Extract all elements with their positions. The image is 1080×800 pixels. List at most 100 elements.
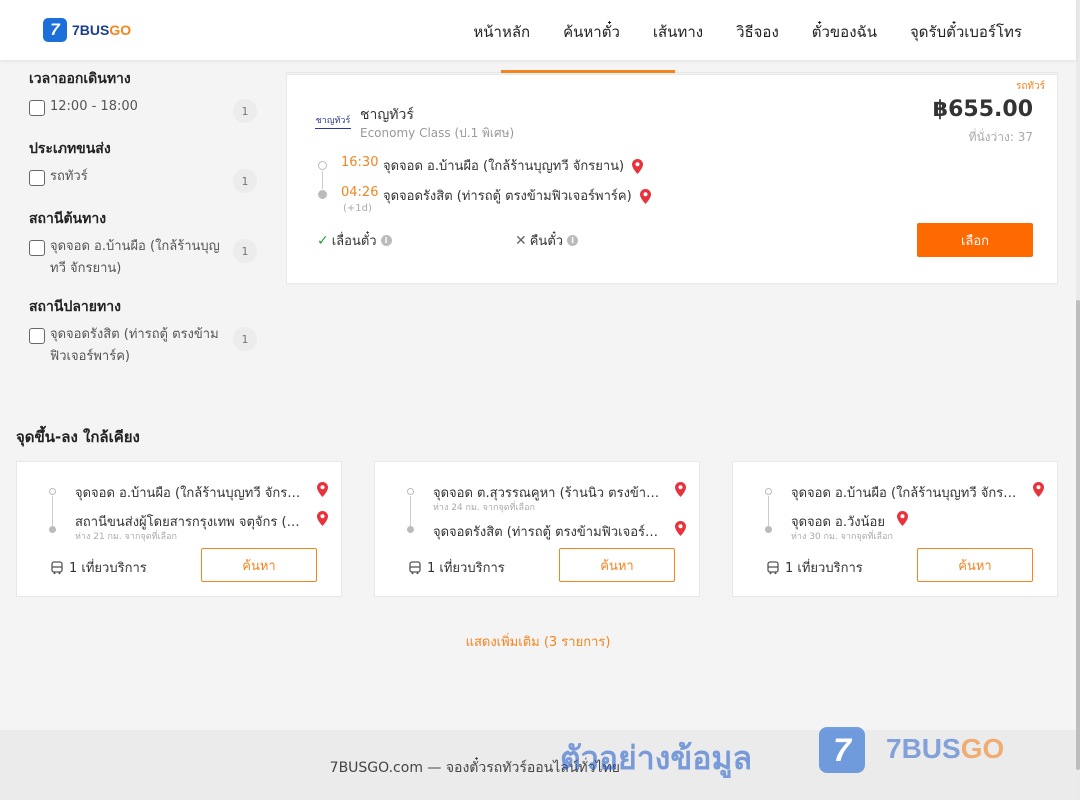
filter-title: สถานีปลายทาง [29,299,121,315]
info-icon[interactable]: i [567,235,579,246]
operator-logo: ชาญทัวร์ [315,113,351,129]
trip-count-label: 1 เที่ยวบริการ [69,561,147,576]
operator-name: ชาญทัวร์ [360,107,414,123]
filter-group-origin-station: สถานีต้นทาง จุดจอด อ.บ้านผือ (ใกล้ร้านบุ… [29,208,257,280]
map-pin-icon[interactable] [317,511,328,526]
filter-checkbox[interactable] [29,100,45,116]
search-button[interactable]: ค้นหา [201,548,317,582]
departure-time: 16:30 [341,155,379,170]
reschedule-label: เลื่อนตั๋ว [331,234,377,249]
seats-available: ที่นั่งว่าง: 37 [968,130,1033,144]
show-more-link[interactable]: แสดงเพิ่มเติม (3 รายการ) [0,631,1076,652]
distance-note: ห่าง 21 กม. จากจุดที่เลือก [75,532,177,542]
destination-dot [407,526,414,533]
route-line [52,496,53,526]
watermark-logo-mark: 7 [819,727,865,773]
filter-group-transport-type: ประเภทขนส่ง รถทัวร์ 1 [29,138,257,193]
map-pin-icon[interactable] [897,511,908,526]
select-trip-button[interactable]: เลือก [917,223,1033,257]
transport-type-tag: รถทัวร์ [1015,81,1045,92]
nav-item-home[interactable]: หน้าหลัก [473,20,530,44]
route-line [410,496,411,526]
nearby-route-card: จุดจอด อ.บ้านผือ (ใกล้ร้านบุญทวี จักรยาน… [732,461,1058,597]
filter-option-label: จุดจอดรังสิต (ท่ารถตู้ ตรงข้ามฟิวเจอร์พา… [50,327,219,364]
filter-title: ประเภทขนส่ง [29,141,111,157]
check-icon: ✓ [317,232,329,249]
distance-note: ห่าง 30 กม. จากจุดที่เลือก [791,532,893,542]
search-button[interactable]: ค้นหา [917,548,1033,582]
seat-class: Economy Class (ป.1 พิเศษ) [360,126,515,140]
origin-dot [407,488,414,495]
search-button[interactable]: ค้นหา [559,548,675,582]
filter-title: เวลาออกเดินทาง [29,71,131,87]
nav-item-routes[interactable]: เส้นทาง [653,20,703,44]
departure-stop: จุดจอด อ.บ้านผือ (ใกล้ร้านบุญทวี จักรยาน… [383,155,644,176]
nearby-destination: จุดจอดรังสิต (ท่ารถตู้ ตรงข้ามฟิวเจอร์พา… [433,525,661,540]
map-pin-icon[interactable] [317,482,328,497]
trip-count-label: 1 เที่ยวบริการ [785,561,863,576]
filter-checkbox[interactable] [29,170,45,186]
cross-icon: ✕ [515,232,527,249]
filter-checkbox[interactable] [29,240,45,256]
footer-text: 7BUSGO.com — จองตั๋วรถทัวร์ออนไลน์ทั่วไท… [329,760,620,776]
ticket-price: ฿655.00 [932,97,1033,122]
refund-label: คืนตั๋ว [529,234,564,249]
bus-icon [51,560,63,574]
logo-mark: 7 [43,18,67,42]
nav-item-ticket-pickup[interactable]: จุดรับตั๋วเบอร์โทร [910,20,1022,44]
nearby-route-card: จุดจอด ต.สุวรรณคูหา (ร้านนิว ตรงข้ามเทศบ… [374,461,700,597]
departure-stop-label: จุดจอด อ.บ้านผือ (ใกล้ร้านบุญทวี จักรยาน… [383,159,625,174]
map-pin-icon[interactable] [675,521,686,536]
reschedule-policy[interactable]: ✓ เลื่อนตั๋ว i [317,230,392,251]
trip-count: 1 เที่ยวบริการ [766,557,863,578]
filter-option-label: 12:00 - 18:00 [50,99,138,114]
filter-option[interactable]: รถทัวร์ 1 [29,169,257,193]
map-pin-icon[interactable] [1033,482,1044,497]
nav-item-how-to-book[interactable]: วิธีจอง [736,20,779,44]
watermark-brand: 7BUSGO [886,733,1005,764]
filter-option[interactable]: 12:00 - 18:00 1 [29,99,257,123]
filter-option-label: รถทัวร์ [50,169,88,184]
trip-result-card: รถทัวร์ ชาญทัวร์ ชาญทัวร์ Economy Class … [286,74,1058,284]
nearby-route-card: จุดจอด อ.บ้านผือ (ใกล้ร้านบุญทวี จักรยาน… [16,461,342,597]
trip-count-label: 1 เที่ยวบริการ [427,561,505,576]
brand-logo[interactable]: 7 7BUSGO [43,18,131,42]
main-nav: หน้าหลัก ค้นหาตั๋ว เส้นทาง วิธีจอง ตั๋วข… [473,20,1022,44]
map-pin-icon[interactable] [639,189,651,204]
map-pin-icon[interactable] [675,482,686,497]
filter-group-destination-station: สถานีปลายทาง จุดจอดรังสิต (ท่ารถตู้ ตรงข… [29,296,257,368]
map-pin-icon[interactable] [632,159,644,174]
info-icon[interactable]: i [380,235,392,246]
filter-count-badge: 1 [233,327,257,351]
nav-item-search-tickets[interactable]: ค้นหาตั๋ว [563,20,620,44]
filter-count-badge: 1 [233,169,257,193]
nav-item-my-tickets[interactable]: ตั๋วของฉัน [812,20,877,44]
refund-policy[interactable]: ✕ คืนตั๋ว i [515,230,579,251]
destination-dot [765,526,772,533]
arrival-stop-label: จุดจอดรังสิต (ท่ารถตู้ ตรงข้ามฟิวเจอร์พา… [383,189,632,204]
top-navigation-bar: 7 7BUSGO หน้าหลัก ค้นหาตั๋ว เส้นทาง วิธี… [0,0,1076,60]
watermark-text: ตัวอย่างข้อมูล [560,739,753,777]
distance-note: ห่าง 24 กม. จากจุดที่เลือก [433,503,535,513]
filter-sidebar: เวลาออกเดินทาง 12:00 - 18:00 1 ประเภทขนส… [29,68,257,381]
origin-dot [49,488,56,495]
scrollbar-thumb[interactable] [1076,300,1080,770]
filter-title: สถานีต้นทาง [29,211,107,227]
filter-count-badge: 1 [233,239,257,263]
arrival-time: 04:26 [341,185,379,200]
bus-icon [767,560,779,574]
timeline-line [322,171,323,189]
trip-count: 1 เที่ยวบริการ [50,557,147,578]
nearby-section-title: จุดขึ้น-ลง ใกล้เคียง [16,428,140,446]
trip-count: 1 เที่ยวบริการ [408,557,505,578]
nearby-origin: จุดจอด อ.บ้านผือ (ใกล้ร้านบุญทวี จักรยาน… [75,486,303,501]
filter-option[interactable]: จุดจอด อ.บ้านผือ (ใกล้ร้านบุญทวี จักรยาน… [29,239,257,280]
nearby-origin: จุดจอด อ.บ้านผือ (ใกล้ร้านบุญทวี จักรยาน… [791,486,1019,501]
departure-dot [318,161,327,170]
destination-dot [49,526,56,533]
filter-option-label: จุดจอด อ.บ้านผือ (ใกล้ร้านบุญทวี จักรยาน… [50,239,220,276]
filter-checkbox[interactable] [29,328,45,344]
arrival-day-offset: (+1d) [343,203,372,214]
filter-count-badge: 1 [233,99,257,123]
filter-option[interactable]: จุดจอดรังสิต (ท่ารถตู้ ตรงข้ามฟิวเจอร์พา… [29,327,257,368]
